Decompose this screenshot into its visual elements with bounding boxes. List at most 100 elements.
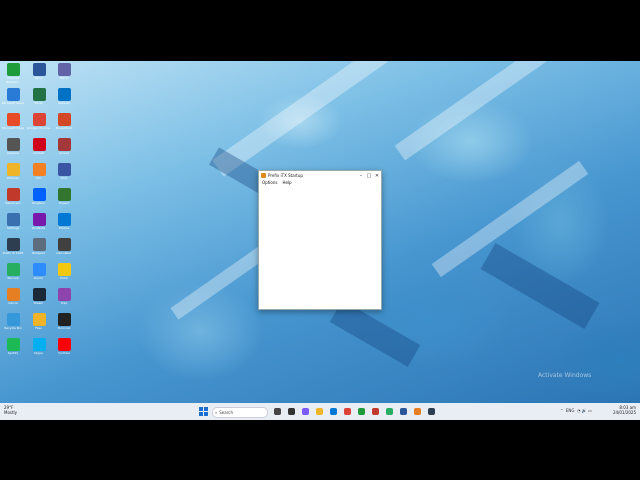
- desktop-icon[interactable]: PowerPoint: [52, 113, 76, 137]
- app-glyph-icon: [7, 313, 20, 326]
- app-glyph-icon: [7, 338, 20, 351]
- desktop-icon[interactable]: YouTube: [52, 338, 76, 362]
- app-glyph-icon: [32, 213, 46, 226]
- desktop-icon[interactable]: Recycle Bin: [1, 313, 25, 337]
- desktop-icon[interactable]: Settings: [1, 213, 25, 237]
- desktop-icon[interactable]: VLC: [27, 163, 51, 187]
- desktop-icon[interactable]: Access: [52, 138, 76, 162]
- app-glyph-icon: [58, 238, 71, 251]
- app-glyph-icon: [32, 313, 46, 326]
- minimize-button[interactable]: –: [357, 173, 365, 179]
- taskbar-app-9-icon[interactable]: [386, 408, 393, 415]
- desktop-icon[interactable]: Canva: [1, 288, 25, 312]
- desktop-icon[interactable]: Terminal: [52, 313, 76, 337]
- tray-icons[interactable]: ⌃ ENG ◔ 🔊 ▭: [560, 408, 592, 413]
- desktop-icon[interactable]: Camera: [1, 138, 25, 162]
- taskbar-app-1-icon[interactable]: [274, 408, 281, 415]
- desktop-icon[interactable]: Calculator: [52, 238, 76, 262]
- desktop-icon-label: Word: [34, 77, 43, 80]
- desktop-icons: Internet Downlo... Microsoft Store Microso…: [0, 61, 160, 403]
- desktop-icon[interactable]: Acrobat: [27, 138, 51, 162]
- app-glyph-icon: [32, 288, 46, 301]
- desktop-icon[interactable]: Google Chrome: [27, 113, 51, 137]
- app-glyph-icon: [32, 338, 46, 351]
- search-icon: ⌕: [215, 410, 218, 415]
- taskbar-app-3-icon[interactable]: [302, 408, 309, 415]
- taskbar-app-11-icon[interactable]: [414, 408, 421, 415]
- desktop-icon-label: Canva: [8, 302, 18, 305]
- start-button[interactable]: [199, 407, 208, 416]
- taskbar-app-5-icon[interactable]: [330, 408, 337, 415]
- app-glyph-icon: [7, 188, 20, 201]
- desktop-icon[interactable]: Dropbox: [27, 188, 51, 212]
- desktop-icon[interactable]: Paint: [52, 263, 76, 287]
- desktop-icon-label: Teams: [59, 77, 69, 80]
- desktop-icon-label: Settings: [6, 227, 20, 230]
- desktop-icon[interactable]: Word: [27, 63, 51, 87]
- desktop-icon-label: Dropbox: [32, 202, 45, 205]
- desktop-icon[interactable]: Excel: [27, 88, 51, 112]
- desktop-icon[interactable]: Snip: [52, 288, 76, 312]
- menu-help[interactable]: Help: [282, 180, 291, 186]
- taskbar-app-6-icon[interactable]: [344, 408, 351, 415]
- app-glyph-icon: [32, 263, 46, 276]
- window-titlebar[interactable]: Prefix iTX Startup – □ ✕: [259, 171, 381, 180]
- app-glyph-icon: [7, 113, 20, 126]
- desktop-icon[interactable]: Pictures: [1, 163, 25, 187]
- clock[interactable]: 8:03 am 24/01/2025: [613, 405, 636, 415]
- desktop-icon[interactable]: Notepad: [27, 238, 51, 262]
- app-glyph-icon: [32, 88, 46, 101]
- app-glyph-icon: [58, 138, 71, 151]
- desktop-icon[interactable]: OneNote: [27, 213, 51, 237]
- app-glyph-icon: [32, 113, 46, 126]
- desktop-icon[interactable]: Photos: [52, 213, 76, 237]
- app-glyph-icon: [58, 63, 71, 76]
- desktop-icon[interactable]: Teams: [52, 63, 76, 87]
- desktop-icon-label: Project: [58, 202, 70, 205]
- app-glyph-icon: [58, 113, 71, 126]
- desktop-icon-label: Excel: [34, 102, 43, 105]
- desktop-icon-label: Zoom: [34, 277, 43, 280]
- desktop-icon[interactable]: Microsoft Store: [1, 88, 25, 112]
- desktop-icon[interactable]: Skype: [27, 338, 51, 362]
- desktop-icon[interactable]: Prefix iX 2025: [1, 238, 25, 262]
- desktop-icon[interactable]: Files: [27, 313, 51, 337]
- desktop-icon[interactable]: Microsoft Edge: [1, 113, 25, 137]
- taskbar-app-10-icon[interactable]: [400, 408, 407, 415]
- taskbar-app-7-icon[interactable]: [358, 408, 365, 415]
- app-glyph-icon: [32, 163, 46, 176]
- app-glyph-icon: [7, 138, 20, 151]
- weather-widget[interactable]: 29°F Mostly: [4, 405, 17, 415]
- desktop-icon-label: Google Chrome: [26, 127, 51, 130]
- window-menubar: Options Help: [259, 180, 381, 186]
- app-glyph-icon: [32, 188, 46, 201]
- app-glyph-icon: [58, 163, 71, 176]
- prefix-startup-window[interactable]: Prefix iTX Startup – □ ✕ Options Help: [258, 170, 382, 310]
- close-button[interactable]: ✕: [373, 173, 381, 179]
- desktop-icon[interactable]: Visio: [52, 163, 76, 187]
- search-box[interactable]: ⌕ Search: [212, 407, 268, 418]
- desktop-icon-label: Microsoft Edge: [1, 127, 25, 130]
- menu-options[interactable]: Options: [262, 180, 277, 186]
- desktop-icon[interactable]: Project: [52, 188, 76, 212]
- desktop-icon[interactable]: Outlook: [52, 88, 76, 112]
- maximize-button[interactable]: □: [365, 173, 373, 179]
- desktop-icon[interactable]: Internet Downlo...: [1, 63, 25, 87]
- desktop-icon[interactable]: Recuva: [1, 263, 25, 287]
- app-glyph-icon: [7, 163, 20, 176]
- desktop-icon[interactable]: Spotify: [1, 338, 25, 362]
- desktop-icon[interactable]: Bandicam: [1, 188, 25, 212]
- taskbar-app-12-icon[interactable]: [428, 408, 435, 415]
- desktop-icon-label: Camera: [7, 152, 19, 155]
- desktop-icon-label: Prefix iX 2025: [2, 252, 24, 255]
- desktop-icon-label: OneNote: [31, 227, 46, 230]
- taskbar-app-8-icon[interactable]: [372, 408, 379, 415]
- activate-windows-watermark: Activate Windows: [538, 372, 592, 379]
- taskbar-app-2-icon[interactable]: [288, 408, 295, 415]
- desktop-icon[interactable]: Zoom: [27, 263, 51, 287]
- taskbar: 29°F Mostly ⌕ Search ⌃ ENG ◔ 🔊 ▭ 8:03 am…: [0, 403, 640, 420]
- app-glyph-icon: [58, 263, 71, 276]
- taskbar-app-4-icon[interactable]: [316, 408, 323, 415]
- desktop-icon[interactable]: Steam: [27, 288, 51, 312]
- desktop-icon-label: Snip: [60, 302, 68, 305]
